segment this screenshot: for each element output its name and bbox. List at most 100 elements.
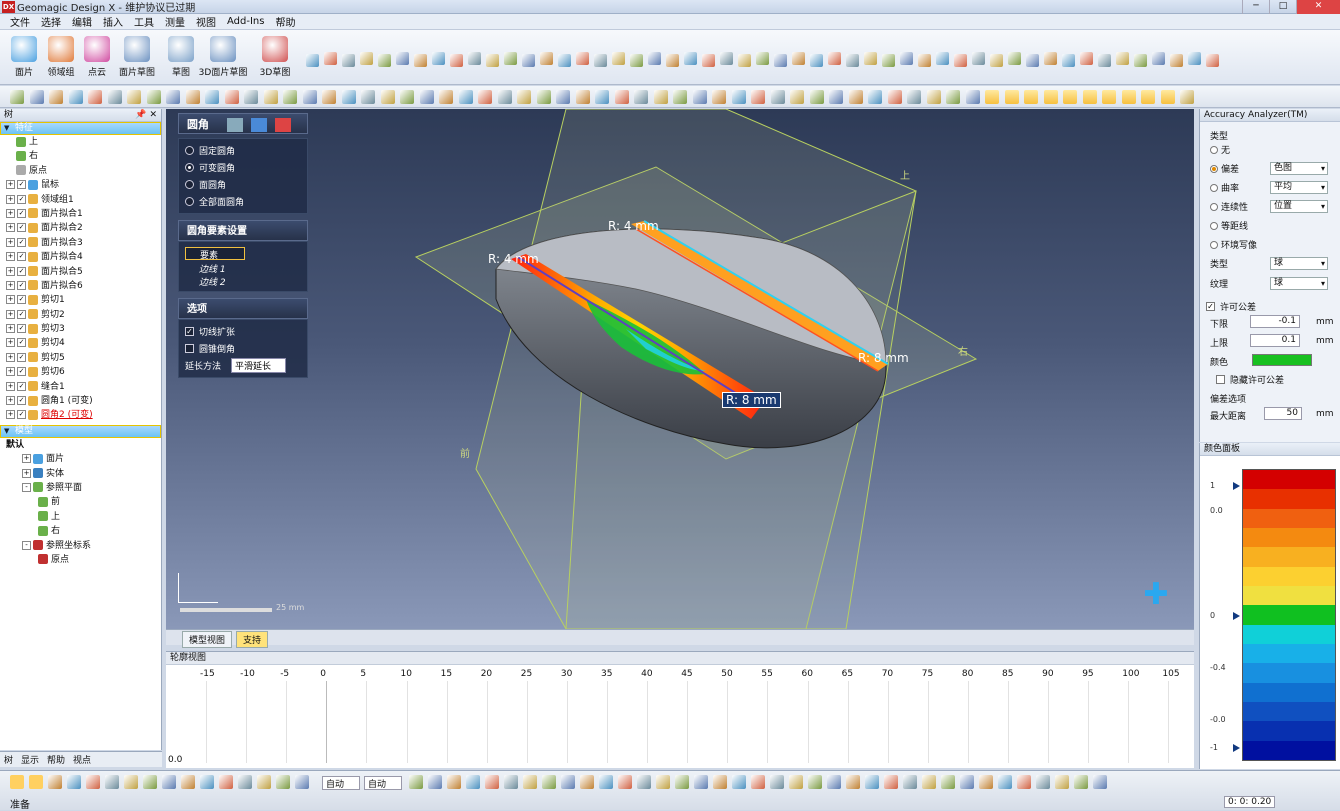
toolbar-icon[interactable] — [1102, 90, 1116, 104]
accuracy-option[interactable]: 等距线 — [1210, 219, 1248, 232]
selection-tool-icon[interactable] — [960, 775, 974, 789]
ribbon-tool-icon[interactable] — [306, 54, 319, 67]
selection-tool-icon[interactable] — [504, 775, 518, 789]
maximize-button[interactable]: □ — [1269, 0, 1296, 14]
ribbon-tool-icon[interactable] — [810, 54, 823, 67]
ribbon-button-6[interactable]: 3D草图 — [254, 36, 296, 78]
mode-select-2[interactable]: 自动 — [364, 776, 402, 790]
ribbon-tool-icon[interactable] — [684, 52, 697, 65]
selection-tool-icon[interactable] — [124, 775, 138, 789]
expand-toggle[interactable]: + — [6, 367, 15, 377]
toolbar-icon[interactable] — [751, 90, 765, 104]
toolbar-icon[interactable] — [829, 90, 843, 104]
selection-tool-icon[interactable] — [998, 775, 1012, 789]
model-item[interactable]: 上 — [0, 510, 161, 524]
feature-item[interactable]: 右 — [0, 149, 161, 163]
toolbar-icon[interactable] — [185, 90, 200, 104]
ribbon-tool-icon[interactable] — [792, 52, 805, 65]
conic-checkbox[interactable] — [185, 344, 194, 353]
accuracy-radio[interactable] — [1210, 164, 1218, 173]
extend-method-select[interactable]: 平滑延长 — [231, 358, 287, 373]
fillet-mode-radio[interactable] — [185, 163, 194, 172]
fillet-mode-option[interactable]: 面圆角 — [185, 176, 301, 193]
fillet-mode-radio[interactable] — [185, 180, 194, 189]
ribbon-tool-icon[interactable] — [1008, 52, 1021, 65]
expand-toggle[interactable]: + — [6, 237, 15, 247]
visibility-checkbox[interactable]: ✓ — [17, 352, 26, 362]
toolbar-icon[interactable] — [575, 90, 590, 104]
feature-item[interactable]: + ✓ 剪切4 — [0, 336, 161, 350]
tree-tab-2[interactable]: 帮助 — [47, 753, 65, 766]
selection-tool-icon[interactable] — [200, 775, 214, 789]
color-marker-icon[interactable] — [1233, 482, 1240, 490]
toolbar-icon[interactable] — [1160, 90, 1175, 104]
toolbar-icon[interactable] — [400, 90, 414, 104]
fillet-mode-radio[interactable] — [185, 197, 194, 206]
visibility-checkbox[interactable]: ✓ — [17, 223, 26, 233]
ribbon-tool-icon[interactable] — [1116, 52, 1129, 65]
selection-tool-icon[interactable] — [485, 775, 499, 789]
ribbon-tool-icon[interactable] — [666, 54, 679, 67]
tab-support[interactable]: 支持 — [236, 631, 269, 648]
visibility-checkbox[interactable]: ✓ — [17, 324, 26, 334]
selection-tool-icon[interactable] — [751, 775, 765, 789]
fillet-mode-option[interactable]: 全部面圆角 — [185, 193, 301, 210]
selection-tool-icon[interactable] — [770, 775, 784, 789]
toolbar-icon[interactable] — [478, 90, 492, 104]
hide-tolerance-checkbox[interactable] — [1216, 375, 1225, 384]
toolbar-icon[interactable] — [10, 90, 24, 104]
selection-tool-icon[interactable] — [181, 775, 195, 789]
toolbar-icon[interactable] — [770, 90, 785, 104]
ribbon-tool-icon[interactable] — [396, 52, 409, 65]
toolbar-icon[interactable] — [673, 90, 687, 104]
feature-item[interactable]: 原点 — [0, 164, 161, 178]
kind-select[interactable]: 球 — [1270, 257, 1328, 270]
ribbon-tool-icon[interactable] — [450, 54, 463, 67]
toolbar-icon[interactable] — [946, 90, 960, 104]
model-item[interactable]: + 面片 — [0, 452, 161, 466]
feature-item[interactable]: + ✓ 剪切1 — [0, 293, 161, 307]
expand-toggle[interactable]: + — [6, 194, 15, 204]
toolbar-icon[interactable] — [439, 90, 453, 104]
selection-tool-icon[interactable] — [48, 775, 62, 789]
selection-tool-icon[interactable] — [447, 775, 461, 789]
selection-tool-icon[interactable] — [694, 775, 708, 789]
visibility-checkbox[interactable]: ✓ — [17, 396, 26, 406]
model-item[interactable]: + 实体 — [0, 467, 161, 481]
options-section-header[interactable]: 选项 — [178, 298, 308, 319]
toolbar-icon[interactable] — [907, 90, 921, 104]
ribbon-tool-icon[interactable] — [1098, 54, 1111, 67]
ribbon-tool-icon[interactable] — [900, 52, 913, 65]
expand-toggle[interactable]: - — [22, 540, 31, 550]
ribbon-tool-icon[interactable] — [1062, 54, 1075, 67]
selection-tool-icon[interactable] — [713, 775, 727, 789]
selection-tool-icon[interactable] — [618, 775, 632, 789]
expand-toggle[interactable]: + — [6, 338, 15, 348]
expand-toggle[interactable]: + — [6, 295, 15, 305]
visibility-checkbox[interactable]: ✓ — [17, 410, 26, 420]
toolbar-icon[interactable] — [146, 90, 161, 104]
toolbar-icon[interactable] — [692, 90, 707, 104]
selection-tool-icon[interactable] — [675, 775, 689, 789]
accuracy-radio[interactable] — [1210, 183, 1218, 192]
toolbar-icon[interactable] — [419, 90, 434, 104]
accuracy-radio[interactable] — [1210, 145, 1218, 154]
lower-input[interactable]: -0.1 — [1250, 315, 1300, 328]
ok-button[interactable] — [250, 118, 267, 132]
fillet-mode-option[interactable]: 固定圆角 — [185, 142, 301, 159]
expand-toggle[interactable]: + — [6, 324, 15, 334]
accuracy-option[interactable]: 环境写像 — [1210, 238, 1257, 251]
feature-item[interactable]: + ✓ 领域组1 — [0, 193, 161, 207]
ribbon-tool-icon[interactable] — [1134, 54, 1147, 67]
toolbar-icon[interactable] — [283, 90, 297, 104]
ribbon-tool-icon[interactable] — [594, 54, 607, 67]
ribbon-tool-icon[interactable] — [540, 52, 553, 65]
toolbar-icon[interactable] — [380, 90, 395, 104]
ribbon-tool-icon[interactable] — [576, 52, 589, 65]
toolbar-icon[interactable] — [634, 90, 648, 104]
element-field[interactable]: 要素 — [185, 247, 245, 261]
selection-tool-icon[interactable] — [1055, 775, 1069, 789]
ribbon-tool-icon[interactable] — [720, 52, 733, 65]
model-item[interactable]: 前 — [0, 495, 161, 509]
ribbon-tool-icon[interactable] — [630, 54, 643, 67]
